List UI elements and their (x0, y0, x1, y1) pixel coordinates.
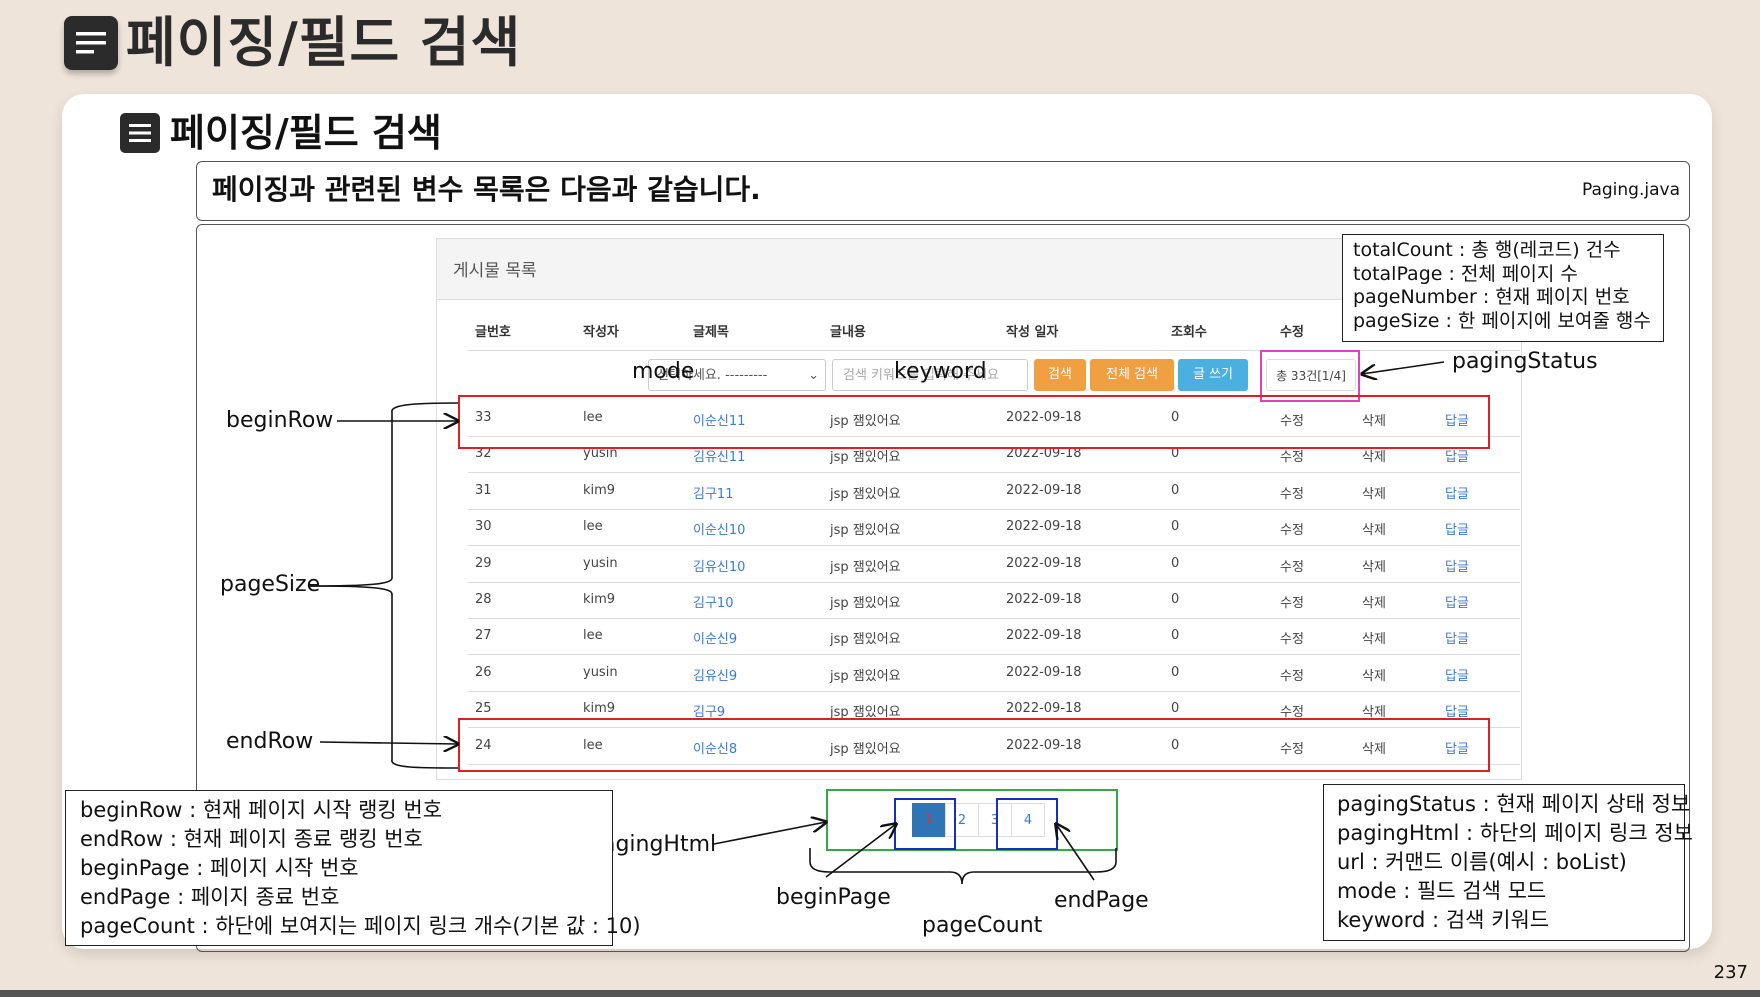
note-paging-status: pagingStatus : 현재 페이지 상태 정보 (1337, 792, 1691, 816)
note-total-page: totalPage : 전체 페이지 수 (1353, 262, 1578, 285)
note-keyword: keyword : 검색 키워드 (1337, 908, 1550, 932)
label-paging-status: pagingStatus (1452, 349, 1598, 374)
note-begin-page: beginPage : 페이지 시작 번호 (80, 856, 359, 880)
label-keyword: keyword (894, 359, 987, 384)
note-top-right: totalCount : 총 행(레코드) 건수 totalPage : 전체 … (1342, 234, 1664, 342)
label-begin-row: beginRow (226, 408, 334, 433)
note-mode: mode : 필드 검색 모드 (1337, 879, 1547, 903)
note-bottom-left: beginRow : 현재 페이지 시작 랭킹 번호 endRow : 현재 페… (65, 790, 641, 946)
label-end-row: endRow (226, 729, 314, 754)
page-number: 237 (1713, 962, 1748, 983)
note-page-number: pageNumber : 현재 페이지 번호 (1353, 286, 1630, 308)
note-paging-html: pagingHtml : 하단의 페이지 링크 정보 (1337, 821, 1693, 845)
note-url: url : 커맨드 이름(예시 : boList) (1337, 850, 1627, 874)
note-page-size: pageSize : 한 페이지에 보여줄 행수 (1353, 309, 1651, 332)
label-page-size: pageSize (220, 572, 321, 597)
label-mode: mode (632, 359, 695, 384)
note-end-page: endPage : 페이지 종료 번호 (80, 885, 340, 909)
note-page-count: pageCount : 하단에 보여지는 페이지 링크 개수(기본 값 : 10… (80, 914, 641, 938)
note-bottom-right: pagingStatus : 현재 페이지 상태 정보 pagingHtml :… (1323, 784, 1693, 941)
note-total-count: totalCount : 총 행(레코드) 건수 (1353, 239, 1621, 261)
note-begin-row: beginRow : 현재 페이지 시작 랭킹 번호 (80, 798, 443, 822)
label-begin-page: beginPage (776, 885, 891, 910)
label-end-page: endPage (1054, 888, 1149, 913)
note-end-row: endRow : 현재 페이지 종료 랭킹 번호 (80, 827, 423, 851)
bottom-bar (0, 990, 1760, 997)
label-page-count: pageCount (922, 913, 1043, 938)
